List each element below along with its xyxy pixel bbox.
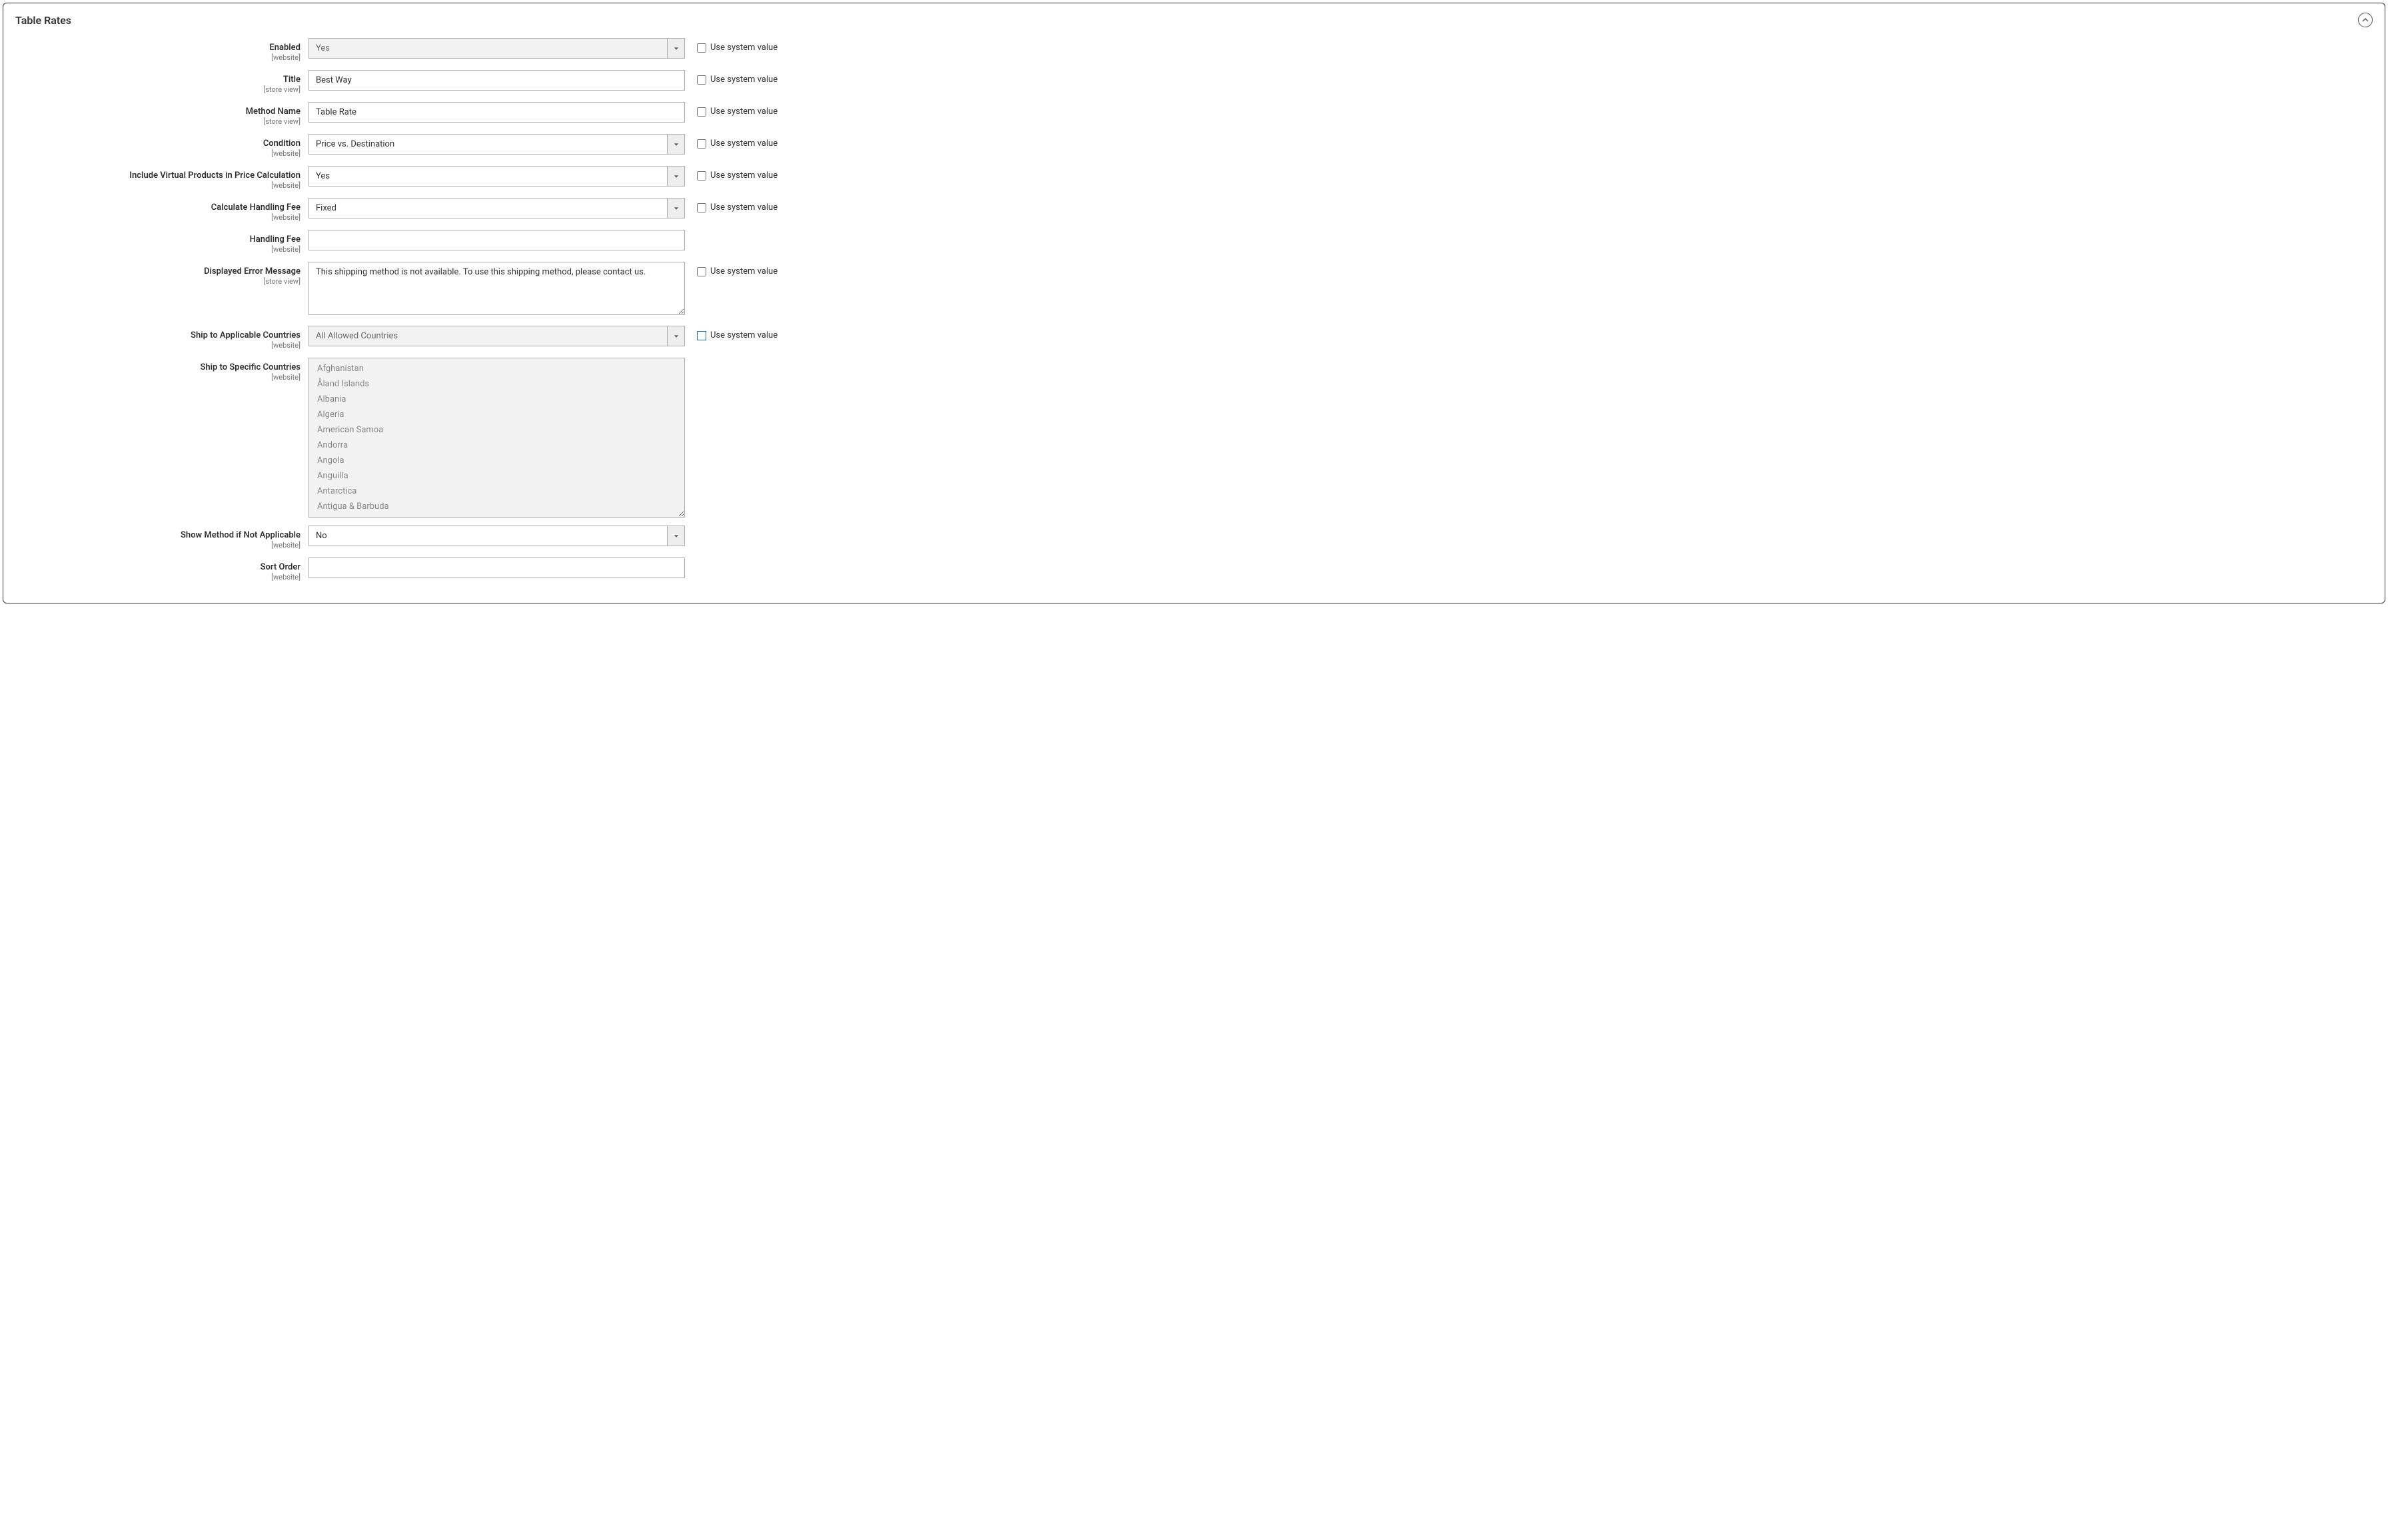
scope-include-virtual: [website] — [15, 181, 300, 190]
sysval-label-ship-applicable: Use system value — [710, 330, 778, 340]
scope-ship-applicable: [website] — [15, 341, 300, 350]
label-show-method: Show Method if Not Applicable — [181, 530, 300, 540]
row-error-message: Displayed Error Message [store view] Use… — [15, 262, 2373, 318]
textarea-error-message[interactable] — [308, 262, 685, 315]
checkbox-sysval-condition[interactable] — [697, 139, 706, 149]
input-sort-order[interactable] — [308, 558, 685, 578]
dropdown-trigger-condition[interactable] — [667, 134, 685, 155]
country-option[interactable]: Åland Islands — [309, 376, 684, 392]
checkbox-sysval-include-virtual[interactable] — [697, 171, 706, 181]
country-option[interactable]: Afghanistan — [309, 361, 684, 376]
checkbox-sysval-calc-handling-fee[interactable] — [697, 203, 706, 212]
dropdown-trigger-include-virtual[interactable] — [667, 166, 685, 187]
label-calc-handling-fee: Calculate Handling Fee — [211, 202, 300, 212]
scope-enabled: [website] — [15, 53, 300, 62]
country-option[interactable]: American Samoa — [309, 422, 684, 438]
chevron-down-icon — [674, 534, 679, 539]
label-sort-order: Sort Order — [261, 562, 300, 572]
chevron-down-icon — [674, 142, 679, 147]
label-condition: Condition — [263, 139, 300, 149]
checkbox-sysval-error-message[interactable] — [697, 267, 706, 276]
scope-ship-specific: [website] — [15, 373, 300, 382]
country-option[interactable]: Anguilla — [309, 468, 684, 484]
select-condition[interactable]: Price vs. Destination — [308, 134, 685, 155]
select-calc-handling-fee[interactable]: Fixed — [308, 198, 685, 218]
chevron-down-icon — [674, 206, 679, 211]
chevron-up-icon — [2362, 17, 2369, 23]
country-option[interactable]: Albania — [309, 392, 684, 407]
row-show-method: Show Method if Not Applicable [website] … — [15, 526, 2373, 550]
sysval-label-include-virtual: Use system value — [710, 171, 778, 181]
panel-title: Table Rates — [15, 14, 71, 27]
input-title[interactable] — [308, 70, 685, 91]
country-option[interactable]: Antigua & Barbuda — [309, 499, 684, 514]
row-title: Title [store view] Use system value — [15, 70, 2373, 94]
multiselect-countries[interactable]: AfghanistanÅland IslandsAlbaniaAlgeriaAm… — [308, 358, 685, 518]
scope-method-name: [store view] — [15, 117, 300, 126]
label-error-message: Displayed Error Message — [204, 266, 300, 276]
row-ship-applicable: Ship to Applicable Countries [website] A… — [15, 326, 2373, 350]
row-enabled: Enabled [website] Yes Use system value — [15, 38, 2373, 62]
chevron-down-icon — [674, 174, 679, 179]
row-ship-specific: Ship to Specific Countries [website] Afg… — [15, 358, 2373, 518]
select-enabled[interactable]: Yes — [308, 38, 685, 59]
collapse-button[interactable] — [2358, 13, 2373, 27]
row-calc-handling-fee: Calculate Handling Fee [website] Fixed U… — [15, 198, 2373, 222]
country-option[interactable]: Algeria — [309, 407, 684, 422]
chevron-down-icon — [674, 46, 679, 51]
sysval-label-title: Use system value — [710, 75, 778, 85]
select-show-method[interactable]: No — [308, 526, 685, 546]
scope-condition: [website] — [15, 149, 300, 158]
country-option[interactable]: Angola — [309, 453, 684, 468]
table-rates-panel: Table Rates Enabled [website] Yes — [3, 3, 2385, 603]
scope-show-method: [website] — [15, 541, 300, 550]
chevron-down-icon — [674, 334, 679, 339]
country-option[interactable]: Andorra — [309, 438, 684, 453]
country-option[interactable]: Antarctica — [309, 484, 684, 499]
checkbox-sysval-method-name[interactable] — [697, 107, 706, 117]
form-body: Enabled [website] Yes Use system value T… — [3, 31, 2385, 603]
checkbox-sysval-enabled[interactable] — [697, 43, 706, 53]
scope-sort-order: [website] — [15, 573, 300, 581]
dropdown-trigger-ship-applicable[interactable] — [667, 326, 685, 346]
input-handling-fee[interactable] — [308, 230, 685, 250]
sysval-label-error-message: Use system value — [710, 266, 778, 276]
sysval-label-enabled: Use system value — [710, 43, 778, 53]
row-method-name: Method Name [store view] Use system valu… — [15, 102, 2373, 126]
select-ship-applicable[interactable]: All Allowed Countries — [308, 326, 685, 346]
input-method-name[interactable] — [308, 102, 685, 123]
scope-calc-handling-fee: [website] — [15, 213, 300, 222]
select-include-virtual[interactable]: Yes — [308, 166, 685, 187]
label-title: Title — [283, 75, 300, 85]
label-method-name: Method Name — [246, 107, 300, 117]
row-sort-order: Sort Order [website] — [15, 558, 2373, 581]
scope-title: [store view] — [15, 85, 300, 94]
row-condition: Condition [website] Price vs. Destinatio… — [15, 134, 2373, 158]
label-handling-fee: Handling Fee — [250, 234, 300, 244]
label-enabled: Enabled — [269, 43, 300, 53]
row-handling-fee: Handling Fee [website] — [15, 230, 2373, 254]
sysval-label-method-name: Use system value — [710, 107, 778, 117]
label-include-virtual: Include Virtual Products in Price Calcul… — [129, 171, 300, 181]
dropdown-trigger-calc-handling-fee[interactable] — [667, 198, 685, 218]
row-include-virtual: Include Virtual Products in Price Calcul… — [15, 166, 2373, 190]
label-ship-specific: Ship to Specific Countries — [200, 362, 300, 372]
panel-header: Table Rates — [3, 3, 2385, 31]
sysval-label-calc-handling-fee: Use system value — [710, 202, 778, 212]
label-ship-applicable: Ship to Applicable Countries — [191, 330, 300, 340]
dropdown-trigger-enabled[interactable] — [667, 38, 685, 59]
checkbox-sysval-ship-applicable[interactable] — [697, 331, 706, 340]
dropdown-trigger-show-method[interactable] — [667, 526, 685, 546]
sysval-label-condition: Use system value — [710, 139, 778, 149]
scope-handling-fee: [website] — [15, 245, 300, 254]
checkbox-sysval-title[interactable] — [697, 75, 706, 85]
scope-error-message: [store view] — [15, 277, 300, 286]
